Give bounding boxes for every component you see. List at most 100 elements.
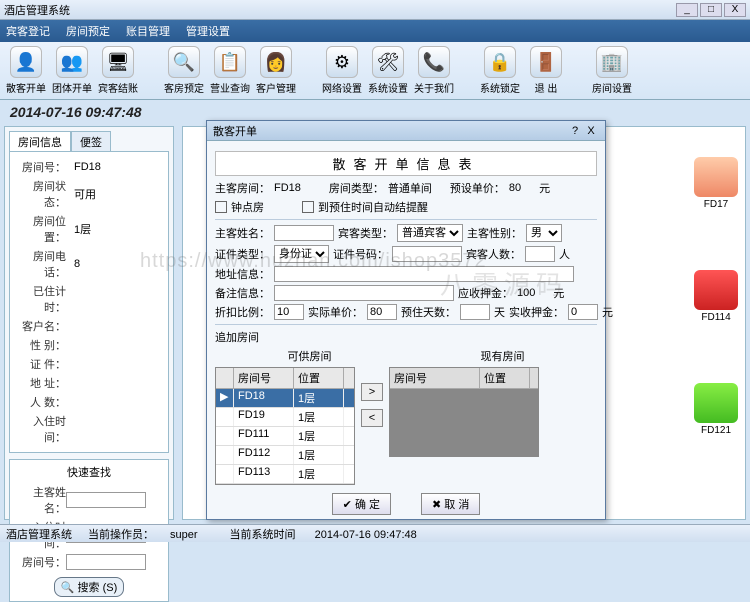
status-time: 当前系统时间 2014-07-16 09:47:48: [230, 526, 433, 542]
people-count-input[interactable]: [525, 246, 555, 262]
preset-price-label: 预设单价：: [450, 180, 505, 196]
id-type-select[interactable]: 身份证: [274, 245, 329, 263]
guest-type-label: 宾客类型：: [338, 225, 393, 241]
info-room_no-label: 房间号：: [14, 159, 66, 175]
toolbar-icon: 🔒: [484, 46, 516, 78]
close-button[interactable]: X: [724, 3, 746, 17]
tab-notes[interactable]: 便签: [71, 131, 111, 151]
people-unit: 人: [559, 246, 570, 262]
col-room-header-2: 房间号: [390, 368, 480, 388]
minimize-button[interactable]: _: [676, 3, 698, 17]
available-rooms-label: 可供房间: [288, 348, 332, 364]
discount-label: 折扣比例：: [215, 304, 270, 320]
toolbar-btn-1[interactable]: 👥团体开单: [50, 45, 94, 97]
deposit-value: 100: [517, 287, 535, 299]
room-info-grid: 房间号：FD18房间状态：可用房间位置：1层房间电话：8已住计时：客户名：性 别…: [9, 151, 169, 453]
id-no-input[interactable]: [392, 246, 462, 262]
guest-name-input[interactable]: [274, 225, 334, 241]
table-row[interactable]: FD1111层: [216, 427, 354, 446]
toolbar-label: 客户管理: [256, 80, 296, 95]
titlebar: 酒店管理系统 _ □ X: [0, 0, 750, 20]
room-icon: [694, 270, 738, 310]
search-name-input[interactable]: [66, 492, 146, 508]
menu-admin-settings[interactable]: 管理设置: [186, 23, 230, 39]
current-rooms-label: 现有房间: [481, 348, 525, 364]
add-room-heading: 追加房间: [215, 329, 597, 345]
info-phone-label: 房间电话：: [14, 248, 66, 280]
table-row[interactable]: FD1121层: [216, 446, 354, 465]
search-room-input[interactable]: [66, 554, 146, 570]
room-cell-FD121[interactable]: FD121: [691, 383, 741, 436]
search-button[interactable]: 🔍 搜索 (S): [54, 577, 125, 597]
dialog-help-button[interactable]: ?: [567, 125, 583, 137]
toolbar-btn-8[interactable]: 📞关于我们: [412, 45, 456, 97]
discount-input[interactable]: [274, 304, 304, 320]
toolbar-btn-10[interactable]: 🚪退 出: [524, 45, 568, 97]
maximize-button[interactable]: □: [700, 3, 722, 17]
toolbar-label: 散客开单: [6, 80, 46, 95]
toolbar-icon: 🏢: [596, 46, 628, 78]
toolbar-icon: 👩: [260, 46, 292, 78]
dialog-body: 散客开单信息表 主客房间：FD18 房间类型：普通单间 预设单价：80 元 钟点…: [207, 141, 605, 519]
id-no-label: 证件号码：: [333, 246, 388, 262]
menu-guest-register[interactable]: 宾客登记: [6, 23, 50, 39]
actual-price-input[interactable]: [367, 304, 397, 320]
cancel-button[interactable]: ✖ 取 消: [421, 493, 480, 515]
toolbar-btn-5[interactable]: 👩 客户管理: [254, 45, 298, 97]
ok-button[interactable]: ✔ 确 定: [332, 493, 391, 515]
info-count-label: 人 数：: [14, 394, 66, 410]
toolbar: 👤散客开单👥团体开单🖥宾客结账 🔍客房预定📋营业查询👩 客户管理 ⚙网络设置🛠系统设置…: [0, 42, 750, 100]
table-row[interactable]: FD191层: [216, 408, 354, 427]
current-rooms-table[interactable]: 房间号位置: [389, 367, 539, 457]
preset-price-value: 80: [509, 182, 521, 194]
dialog-close-button[interactable]: X: [583, 125, 599, 137]
days-input[interactable]: [460, 304, 490, 320]
yuan-unit: 元: [539, 180, 550, 196]
room-icon: [694, 383, 738, 423]
room-cell-FD17[interactable]: FD17: [691, 157, 741, 210]
dialog-titlebar: 散客开单 ? X: [207, 121, 605, 141]
table-row[interactable]: FD1131层: [216, 465, 354, 484]
toolbar-btn-9[interactable]: 🔒 系统锁定: [478, 45, 522, 97]
toolbar-btn-7[interactable]: 🛠系统设置: [366, 45, 410, 97]
menu-room-reserve[interactable]: 房间预定: [66, 23, 110, 39]
toolbar-label: 系统锁定: [480, 80, 520, 95]
guest-sex-select[interactable]: 男: [526, 224, 562, 242]
deposit-label: 应收押金：: [458, 285, 513, 301]
toolbar-btn-4[interactable]: 📋营业查询: [208, 45, 252, 97]
menu-account-manage[interactable]: 账目管理: [126, 23, 170, 39]
toolbar-icon: 🔍: [168, 46, 200, 78]
clock-room-label: 钟点房: [231, 199, 264, 215]
address-input[interactable]: [274, 266, 574, 282]
toolbar-label: 网络设置: [322, 80, 362, 95]
guest-sex-label: 主客性别：: [467, 225, 522, 241]
paid-deposit-input[interactable]: [568, 304, 598, 320]
info-room_no-value: FD18: [74, 161, 101, 173]
table-row[interactable]: ▶FD181层: [216, 389, 354, 408]
available-rooms-table[interactable]: 房间号位置 ▶FD181层FD191层FD1111层FD1121层FD1131层: [215, 367, 355, 485]
toolbar-label: 退 出: [535, 80, 558, 95]
guest-type-select[interactable]: 普通宾客: [397, 224, 463, 242]
remark-input[interactable]: [274, 285, 454, 301]
clock-room-checkbox[interactable]: [215, 201, 227, 213]
tab-room-info[interactable]: 房间信息: [9, 131, 71, 151]
move-right-button[interactable]: >: [361, 383, 383, 401]
toolbar-btn-3[interactable]: 🔍客房预定: [162, 45, 206, 97]
toolbar-btn-6[interactable]: ⚙网络设置: [320, 45, 364, 97]
menubar: 宾客登记 房间预定 账目管理 管理设置: [0, 20, 750, 42]
toolbar-btn-2[interactable]: 🖥宾客结账: [96, 45, 140, 97]
toolbar-btn-11[interactable]: 🏢 房间设置: [590, 45, 634, 97]
toolbar-icon: 👥: [56, 46, 88, 78]
room-grid: FD17 FD114 FD121: [691, 157, 741, 436]
room-cell-FD114[interactable]: FD114: [691, 270, 741, 323]
auto-remind-checkbox[interactable]: [302, 201, 314, 213]
toolbar-label: 房间设置: [592, 80, 632, 95]
auto-remind-label: 到预住时间自动结提醒: [318, 199, 428, 215]
info-phone-value: 8: [74, 258, 80, 270]
room-type-value: 普通单间: [388, 180, 432, 196]
toolbar-btn-0[interactable]: 👤散客开单: [4, 45, 48, 97]
main-room-label: 主客房间：: [215, 180, 270, 196]
move-left-button[interactable]: <: [361, 409, 383, 427]
info-loc-label: 房间位置：: [14, 213, 66, 245]
room-label: FD114: [691, 312, 741, 323]
